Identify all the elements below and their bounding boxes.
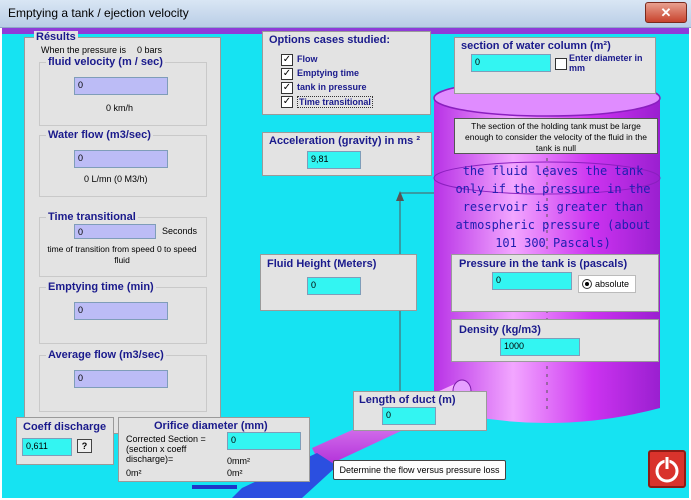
orifice-panel: Orifice diameter (mm) Corrected Section … <box>118 417 310 482</box>
title-bar: Emptying a tank / ejection velocity ✕ <box>0 0 691 28</box>
help-button[interactable]: ? <box>77 439 92 453</box>
radio-dot-icon <box>582 279 592 289</box>
fluid-height-title: Fluid Height (Meters) <box>265 258 379 270</box>
average-flow-field[interactable]: 0 <box>74 370 168 388</box>
acceleration-panel: Acceleration (gravity) in ms ² 9,81 <box>262 132 432 176</box>
time-transitional-label: Time transitional <box>297 96 373 108</box>
app-window: Emptying a tank / ejection velocity ✕ Ré… <box>0 0 691 500</box>
section-note: The section of the holding tank must be … <box>465 121 647 153</box>
emptying-time-label: Emptying time <box>297 68 360 78</box>
density-panel: Density (kg/m3) 1000 <box>451 319 659 362</box>
options-panel: Options cases studied: ✓ Flow ✓ Emptying… <box>262 31 431 115</box>
tank-pressure-label: tank in pressure <box>297 82 367 92</box>
section-panel: section of water column (m²) 0 Enter dia… <box>454 37 656 94</box>
time-transitional-unit: Seconds <box>162 226 198 236</box>
enter-diameter-checkbox[interactable] <box>555 58 567 70</box>
pressure-field[interactable]: 0 <box>492 272 572 290</box>
coeff-field[interactable]: 0,611 <box>22 438 72 456</box>
water-flow-title: Water flow (m3/sec) <box>46 129 153 141</box>
time-transitional-desc: time of transition from speed 0 to speed… <box>47 244 197 265</box>
corrected-section-label: Corrected Section = (section x coeff dis… <box>126 434 206 464</box>
pressure-prefix: When the pressure is <box>41 45 127 55</box>
water-flow-lmin: 0 L/mn (0 M3/h) <box>84 174 148 184</box>
density-title: Density (kg/m3) <box>457 324 543 336</box>
tank-pressure-checkbox[interactable]: ✓ <box>281 82 293 94</box>
power-icon <box>655 456 679 483</box>
options-title: Options cases studied: <box>267 34 393 46</box>
average-flow-group: Average flow (m3/sec) 0 <box>39 349 207 412</box>
duct-length-title: Length of duct (m) <box>357 394 458 406</box>
window-title: Emptying a tank / ejection velocity <box>8 6 189 20</box>
water-flow-field[interactable]: 0 <box>74 150 168 168</box>
pressure-title: Pressure in the tank is (pascals) <box>457 258 630 270</box>
section-field[interactable]: 0 <box>471 54 551 72</box>
pressure-panel: Pressure in the tank is (pascals) 0 abso… <box>451 254 659 312</box>
absolute-radio[interactable]: absolute <box>578 275 636 293</box>
section-title: section of water column (m²) <box>459 40 613 52</box>
determine-flow-button[interactable]: Determine the flow versus pressure loss <box>333 460 506 480</box>
absolute-label: absolute <box>595 279 630 289</box>
time-transitional-checkbox[interactable]: ✓ <box>281 96 293 108</box>
coeff-title: Coeff discharge <box>21 421 109 433</box>
section-note-box: The section of the holding tank must be … <box>454 118 658 154</box>
duct-length-panel: Length of duct (m) 0 <box>353 391 487 431</box>
emptying-time-field[interactable]: 0 <box>74 302 168 320</box>
fluid-velocity-title: fluid velocity (m / sec) <box>46 56 165 68</box>
coeff-panel: Coeff discharge 0,611 ? <box>16 417 114 465</box>
fluid-velocity-group: fluid velocity (m / sec) 0 0 km/h <box>39 56 207 126</box>
fluid-height-field[interactable]: 0 <box>307 277 361 295</box>
fluid-velocity-field[interactable]: 0 <box>74 77 168 95</box>
orifice-field[interactable]: 0 <box>227 432 301 450</box>
results-panel: Résults When the pressure is 0 bars flui… <box>24 31 221 434</box>
time-transitional-title: Time transitional <box>46 211 138 223</box>
flow-checkbox[interactable]: ✓ <box>281 54 293 66</box>
power-button[interactable] <box>648 450 686 488</box>
time-transitional-group: Time transitional 0 Seconds time of tran… <box>39 211 207 277</box>
gravity-field[interactable]: 9,81 <box>307 151 361 169</box>
average-flow-title: Average flow (m3/sec) <box>46 349 166 361</box>
close-icon[interactable]: ✕ <box>645 2 687 23</box>
flow-label: Flow <box>297 54 318 64</box>
time-transitional-field[interactable]: 0 <box>74 224 156 239</box>
water-flow-group: Water flow (m3/sec) 0 0 L/mn (0 M3/h) <box>39 129 207 197</box>
pressure-message: the fluid leaves the tank only if the pr… <box>455 164 651 250</box>
orifice-m2-left: 0m² <box>126 468 142 478</box>
fluid-velocity-kmh: 0 km/h <box>106 103 134 113</box>
orifice-title: Orifice diameter (mm) <box>152 420 270 432</box>
emptying-time-checkbox[interactable]: ✓ <box>281 68 293 80</box>
fluid-height-panel: Fluid Height (Meters) 0 <box>260 254 417 311</box>
acceleration-title: Acceleration (gravity) in ms ² <box>267 135 422 147</box>
pressure-bars: 0 bars <box>137 45 163 55</box>
results-title: Résults <box>34 31 78 43</box>
duct-length-field[interactable]: 0 <box>382 407 436 425</box>
emptying-time-group: Emptying time (min) 0 <box>39 281 207 344</box>
orifice-m2-right: 0m² <box>227 468 243 478</box>
density-field[interactable]: 1000 <box>500 338 580 356</box>
enter-diameter-label: Enter diameter in mm <box>569 53 643 73</box>
orifice-mm2: 0mm² <box>227 456 250 466</box>
client-area: Résults When the pressure is 0 bars flui… <box>2 28 689 498</box>
emptying-time-title: Emptying time (min) <box>46 281 156 293</box>
